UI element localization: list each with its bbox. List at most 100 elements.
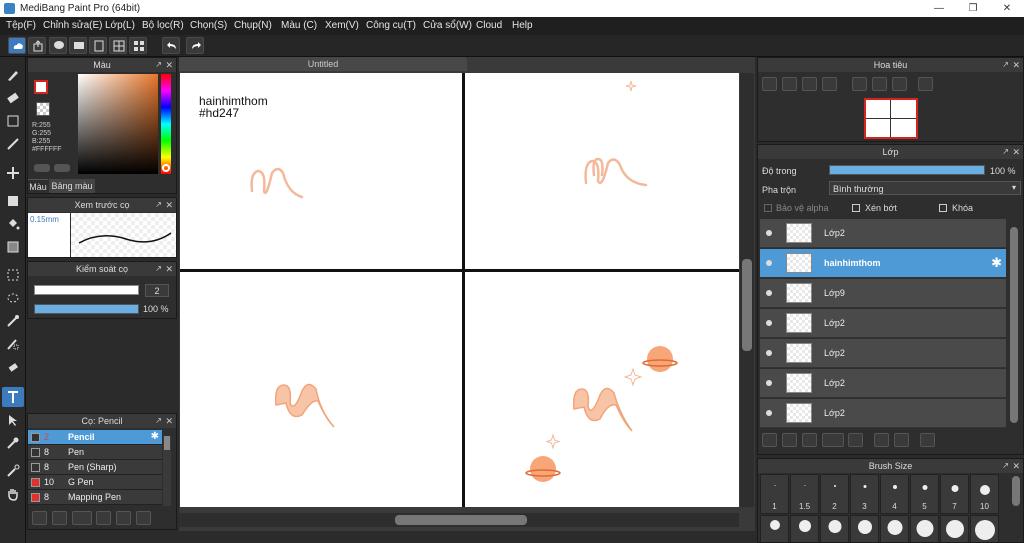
menu-cloud[interactable]: Cloud — [476, 20, 502, 31]
operation-tool-icon[interactable] — [2, 410, 24, 430]
menu-tools[interactable]: Công cụ(T) — [366, 20, 416, 31]
brush-size-1-5[interactable]: 1.5 — [790, 474, 819, 514]
brush-size-2[interactable]: 2 — [820, 474, 849, 514]
add-layer-dropdown-icon[interactable] — [822, 433, 844, 447]
close-icon[interactable]: ✕ — [165, 58, 173, 72]
menu-color[interactable]: Màu (C) — [281, 20, 317, 31]
brush-size-10[interactable]: 10 — [970, 474, 999, 514]
brush-list-scrollbar[interactable] — [163, 436, 171, 506]
maximize-button[interactable]: ❐ — [956, 0, 990, 17]
menu-file[interactable]: Tệp(F) — [6, 20, 36, 31]
brush-size-4[interactable]: 4 — [880, 474, 909, 514]
menu-layer[interactable]: Lớp(L) — [105, 20, 135, 31]
saturation-value-picker[interactable] — [78, 74, 158, 174]
undock-icon[interactable]: ↗ — [155, 198, 162, 212]
tab-color[interactable]: Màu — [28, 179, 48, 193]
menu-view[interactable]: Xem(V) — [325, 20, 359, 31]
new-8bit-layer-icon[interactable] — [802, 433, 817, 447]
zoom-in-icon[interactable] — [782, 77, 797, 91]
fit-screen-icon[interactable] — [802, 77, 817, 91]
close-icon[interactable]: ✕ — [165, 198, 173, 212]
bucket-tool-icon[interactable] — [2, 214, 24, 234]
color-swap-button[interactable] — [54, 164, 70, 172]
lock-checkbox[interactable] — [939, 204, 947, 212]
new-brush-icon[interactable] — [52, 511, 67, 525]
gear-icon[interactable]: ✱ — [151, 431, 159, 442]
brush-settings-icon[interactable] — [96, 511, 111, 525]
close-icon[interactable]: ✕ — [165, 414, 173, 428]
tile-grid-icon[interactable] — [129, 37, 147, 54]
undock-icon[interactable]: ↗ — [155, 262, 162, 276]
select-pen-icon[interactable] — [2, 334, 24, 354]
layer-row[interactable]: Lớp2 — [760, 399, 1006, 428]
brush-size-large[interactable] — [760, 515, 789, 542]
close-icon[interactable]: ✕ — [1012, 58, 1020, 72]
brush-size-slider[interactable] — [34, 285, 139, 295]
brush-size-scrollbar[interactable] — [1010, 474, 1022, 542]
secondary-color-swatch[interactable] — [36, 102, 50, 116]
move-tool-icon[interactable] — [2, 163, 24, 183]
brush-size-1[interactable]: 1 — [760, 474, 789, 514]
layer-list-scrollbar[interactable] — [1008, 225, 1020, 429]
layer-row[interactable]: Lớp2 — [760, 219, 1006, 248]
navigator-thumbnail[interactable] — [864, 98, 918, 139]
undock-icon[interactable]: ↗ — [1002, 58, 1009, 72]
brush-item-mapping-pen[interactable]: 8 Mapping Pen — [28, 490, 162, 505]
brush-size-5[interactable]: 5 — [910, 474, 939, 514]
blend-mode-select[interactable]: Bình thường ▾ — [829, 181, 1021, 195]
comment-icon[interactable] — [49, 37, 67, 54]
text-tool-icon[interactable] — [2, 387, 24, 407]
magic-wand-icon[interactable] — [2, 311, 24, 331]
zoom-out-icon[interactable] — [822, 77, 837, 91]
minimize-button[interactable]: — — [922, 0, 956, 17]
undock-icon[interactable]: ↗ — [1002, 459, 1009, 473]
share-icon[interactable] — [28, 37, 46, 54]
canvas-horizontal-scrollbar[interactable] — [179, 513, 739, 527]
reset-view-icon[interactable] — [872, 77, 887, 91]
rotate-left-icon[interactable] — [852, 77, 867, 91]
visibility-icon[interactable] — [766, 320, 772, 326]
brush-size-large[interactable] — [850, 515, 879, 542]
brush-item-pencil[interactable]: 2 Pencil ✱ — [28, 430, 162, 445]
trash-icon[interactable] — [920, 433, 935, 447]
visibility-icon[interactable] — [766, 290, 772, 296]
visibility-icon[interactable] — [766, 260, 772, 266]
hue-handle[interactable] — [162, 164, 170, 172]
brush-size-large[interactable] — [790, 515, 819, 542]
chat-icon[interactable] — [69, 37, 87, 54]
menu-snap[interactable]: Chụp(N) — [234, 20, 272, 31]
protect-alpha-checkbox[interactable] — [764, 204, 772, 212]
fill-rect-tool-icon[interactable] — [2, 191, 24, 211]
brush-size-large[interactable] — [880, 515, 909, 542]
undock-icon[interactable]: ↗ — [1002, 145, 1009, 159]
brush-item-pen-sharp[interactable]: 8 Pen (Sharp) — [28, 460, 162, 475]
tab-untitled[interactable]: Untitled — [179, 57, 467, 71]
brush-size-value[interactable]: 2 — [145, 284, 169, 297]
redo-icon[interactable] — [186, 37, 204, 54]
close-icon[interactable]: ✕ — [165, 262, 173, 276]
brush-opacity-slider[interactable] — [34, 304, 139, 314]
brush-size-3[interactable]: 3 — [850, 474, 879, 514]
spoit-tool-icon[interactable] — [2, 461, 24, 481]
brush-tool-icon[interactable] — [2, 65, 24, 85]
undo-icon[interactable] — [162, 37, 180, 54]
eraser-tool-icon[interactable] — [2, 88, 24, 108]
layer-opacity-slider[interactable] — [829, 165, 985, 175]
gradient-tool-icon[interactable] — [2, 237, 24, 257]
select-tool-icon[interactable] — [2, 265, 24, 285]
folder-icon[interactable] — [848, 433, 863, 447]
hand-tool-icon[interactable] — [2, 484, 24, 504]
cloud-icon[interactable] — [8, 37, 26, 54]
shape-tool-icon[interactable] — [2, 111, 24, 131]
folder-icon[interactable] — [116, 511, 131, 525]
new-layer-icon[interactable] — [762, 433, 777, 447]
clipping-checkbox[interactable] — [852, 204, 860, 212]
zoom-in-icon[interactable] — [762, 77, 777, 91]
brush-size-7[interactable]: 7 — [940, 474, 969, 514]
visibility-icon[interactable] — [766, 230, 772, 236]
brush-size-large[interactable] — [910, 515, 939, 542]
layer-row[interactable]: Lớp2 — [760, 369, 1006, 398]
undock-icon[interactable]: ↗ — [155, 58, 162, 72]
cloud-brush-icon[interactable] — [32, 511, 47, 525]
brush-size-large[interactable] — [820, 515, 849, 542]
